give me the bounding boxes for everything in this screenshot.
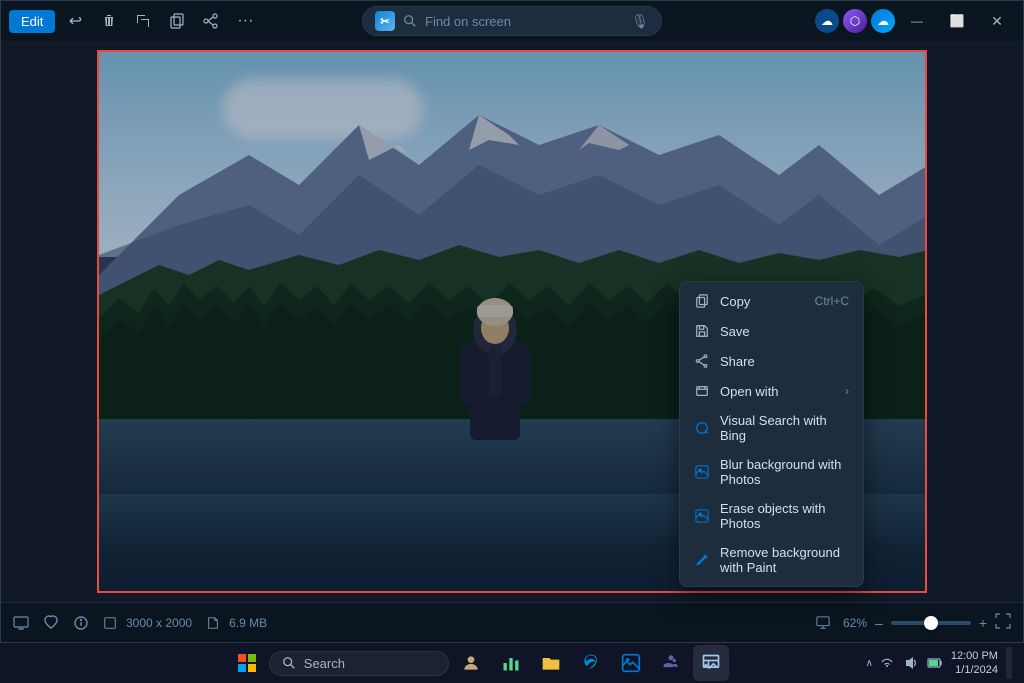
menu-item-open-with[interactable]: Open with › (680, 376, 863, 406)
heart-icon-item[interactable] (43, 615, 59, 631)
save-label: Save (720, 324, 849, 339)
cloud-icon: ☁ (871, 9, 895, 33)
find-on-screen-input[interactable] (425, 14, 623, 29)
save-menu-icon (694, 323, 710, 339)
taskbar-sys-tray: ∧ 12:00 PM 1/1/2024 (866, 647, 1012, 679)
taskbar-battery-icon[interactable] (925, 653, 945, 673)
menu-item-blur-bg[interactable]: Blur background with Photos (680, 450, 863, 494)
blur-bg-label: Blur background with Photos (720, 457, 849, 487)
bing-search-icon (694, 420, 710, 436)
more-icon[interactable]: ··· (231, 7, 259, 35)
shield-icon: ⬡ (843, 9, 867, 33)
search-icon (403, 14, 417, 28)
taskbar-folder-icon[interactable] (533, 645, 569, 681)
minimize-button[interactable]: — (899, 7, 935, 35)
taskbar-snipping-icon[interactable] (693, 645, 729, 681)
maximize-button[interactable]: ⬜ (939, 7, 975, 35)
share-label: Share (720, 354, 849, 369)
status-right: 62% – + (811, 611, 1011, 635)
taskbar-wifi-icon[interactable] (877, 653, 897, 673)
menu-item-save[interactable]: Save (680, 316, 863, 346)
status-bar: 3000 x 2000 6.9 MB 62% – + (1, 602, 1023, 642)
visual-search-label: Visual Search with Bing (720, 413, 849, 443)
dimensions-item: 3000 x 2000 (103, 616, 192, 630)
crop-icon[interactable] (129, 7, 157, 35)
snipping-toolbar: Edit ↩ ··· ✂ 🎙 ☁ ⬡ ☁ — (1, 1, 1023, 41)
copy-shortcut: Ctrl+C (815, 294, 849, 308)
taskbar-teams-icon[interactable] (653, 645, 689, 681)
menu-item-copy[interactable]: Copy Ctrl+C (680, 286, 863, 316)
delete-icon[interactable] (95, 7, 123, 35)
taskbar-volume-icon[interactable] (901, 653, 921, 673)
app-logo: ✂ (375, 11, 395, 31)
date-text: 1/1/2024 (951, 663, 998, 677)
open-with-menu-icon (694, 383, 710, 399)
erase-objects-icon (694, 508, 710, 524)
resize-icon (103, 616, 117, 630)
taskbar-search[interactable]: Search (269, 651, 449, 676)
taskbar-chart-icon[interactable] (493, 645, 529, 681)
edit-button[interactable]: Edit (9, 10, 55, 33)
taskbar-person-icon[interactable] (453, 645, 489, 681)
menu-item-visual-search[interactable]: Visual Search with Bing (680, 406, 863, 450)
tray-chevron-icon[interactable]: ∧ (866, 658, 873, 669)
dimensions-text: 3000 x 2000 (126, 616, 192, 630)
search-taskbar-icon (282, 656, 296, 670)
app-window: Edit ↩ ··· ✂ 🎙 ☁ ⬡ ☁ — (0, 0, 1024, 643)
search-taskbar-text: Search (304, 656, 345, 671)
info-icon[interactable] (73, 615, 89, 631)
blur-bg-icon (694, 464, 710, 480)
taskbar-edge-icon[interactable] (573, 645, 609, 681)
fullscreen-icon[interactable] (811, 611, 835, 635)
find-on-screen-bar[interactable]: ✂ 🎙 (362, 6, 662, 36)
heart-icon[interactable] (43, 615, 59, 631)
copy-icon[interactable] (163, 7, 191, 35)
open-with-arrow-icon: › (845, 384, 849, 398)
start-button[interactable] (229, 645, 265, 681)
menu-item-erase-objects[interactable]: Erase objects with Photos (680, 494, 863, 538)
copy-label: Copy (720, 294, 805, 309)
clock-display[interactable]: 12:00 PM 1/1/2024 (951, 649, 998, 678)
mic-icon[interactable]: 🎙 (631, 13, 649, 30)
remove-bg-label: Remove background with Paint (720, 545, 849, 575)
taskbar-center: Search (229, 645, 729, 681)
filesize-text: 6.9 MB (229, 616, 267, 630)
wifi-icon: ☁ (815, 9, 839, 33)
sys-tray-icons: ∧ (866, 653, 945, 673)
context-menu: Copy Ctrl+C Save Share Open with › (679, 281, 864, 587)
show-desktop-button[interactable] (1006, 647, 1012, 679)
share-menu-icon (694, 353, 710, 369)
close-button[interactable]: ✕ (979, 7, 1015, 35)
copy-menu-icon (694, 293, 710, 309)
zoom-out-icon[interactable]: – (875, 615, 883, 631)
remove-bg-icon (694, 552, 710, 568)
status-left: 3000 x 2000 6.9 MB (13, 615, 267, 631)
image-display-area (1, 41, 1023, 602)
share-icon[interactable] (197, 7, 225, 35)
menu-item-remove-bg[interactable]: Remove background with Paint (680, 538, 863, 582)
monitor-icon (13, 615, 29, 631)
zoom-thumb (924, 616, 938, 630)
filesize-item: 6.9 MB (206, 616, 267, 630)
taskbar-photos-icon[interactable] (613, 645, 649, 681)
monitor-icon-item (13, 615, 29, 631)
undo-icon[interactable]: ↩ (61, 7, 89, 35)
zoom-level: 62% (843, 616, 867, 630)
zoom-slider[interactable] (891, 621, 971, 625)
time-text: 12:00 PM (951, 649, 998, 663)
taskbar: Search ∧ (0, 643, 1024, 683)
zoom-in-icon[interactable]: + (979, 615, 987, 631)
menu-item-share[interactable]: Share (680, 346, 863, 376)
info-icon-item[interactable] (73, 615, 89, 631)
open-with-label: Open with (720, 384, 835, 399)
erase-objects-label: Erase objects with Photos (720, 501, 849, 531)
filesize-icon (206, 616, 220, 630)
fit-to-screen-icon[interactable] (995, 613, 1011, 632)
